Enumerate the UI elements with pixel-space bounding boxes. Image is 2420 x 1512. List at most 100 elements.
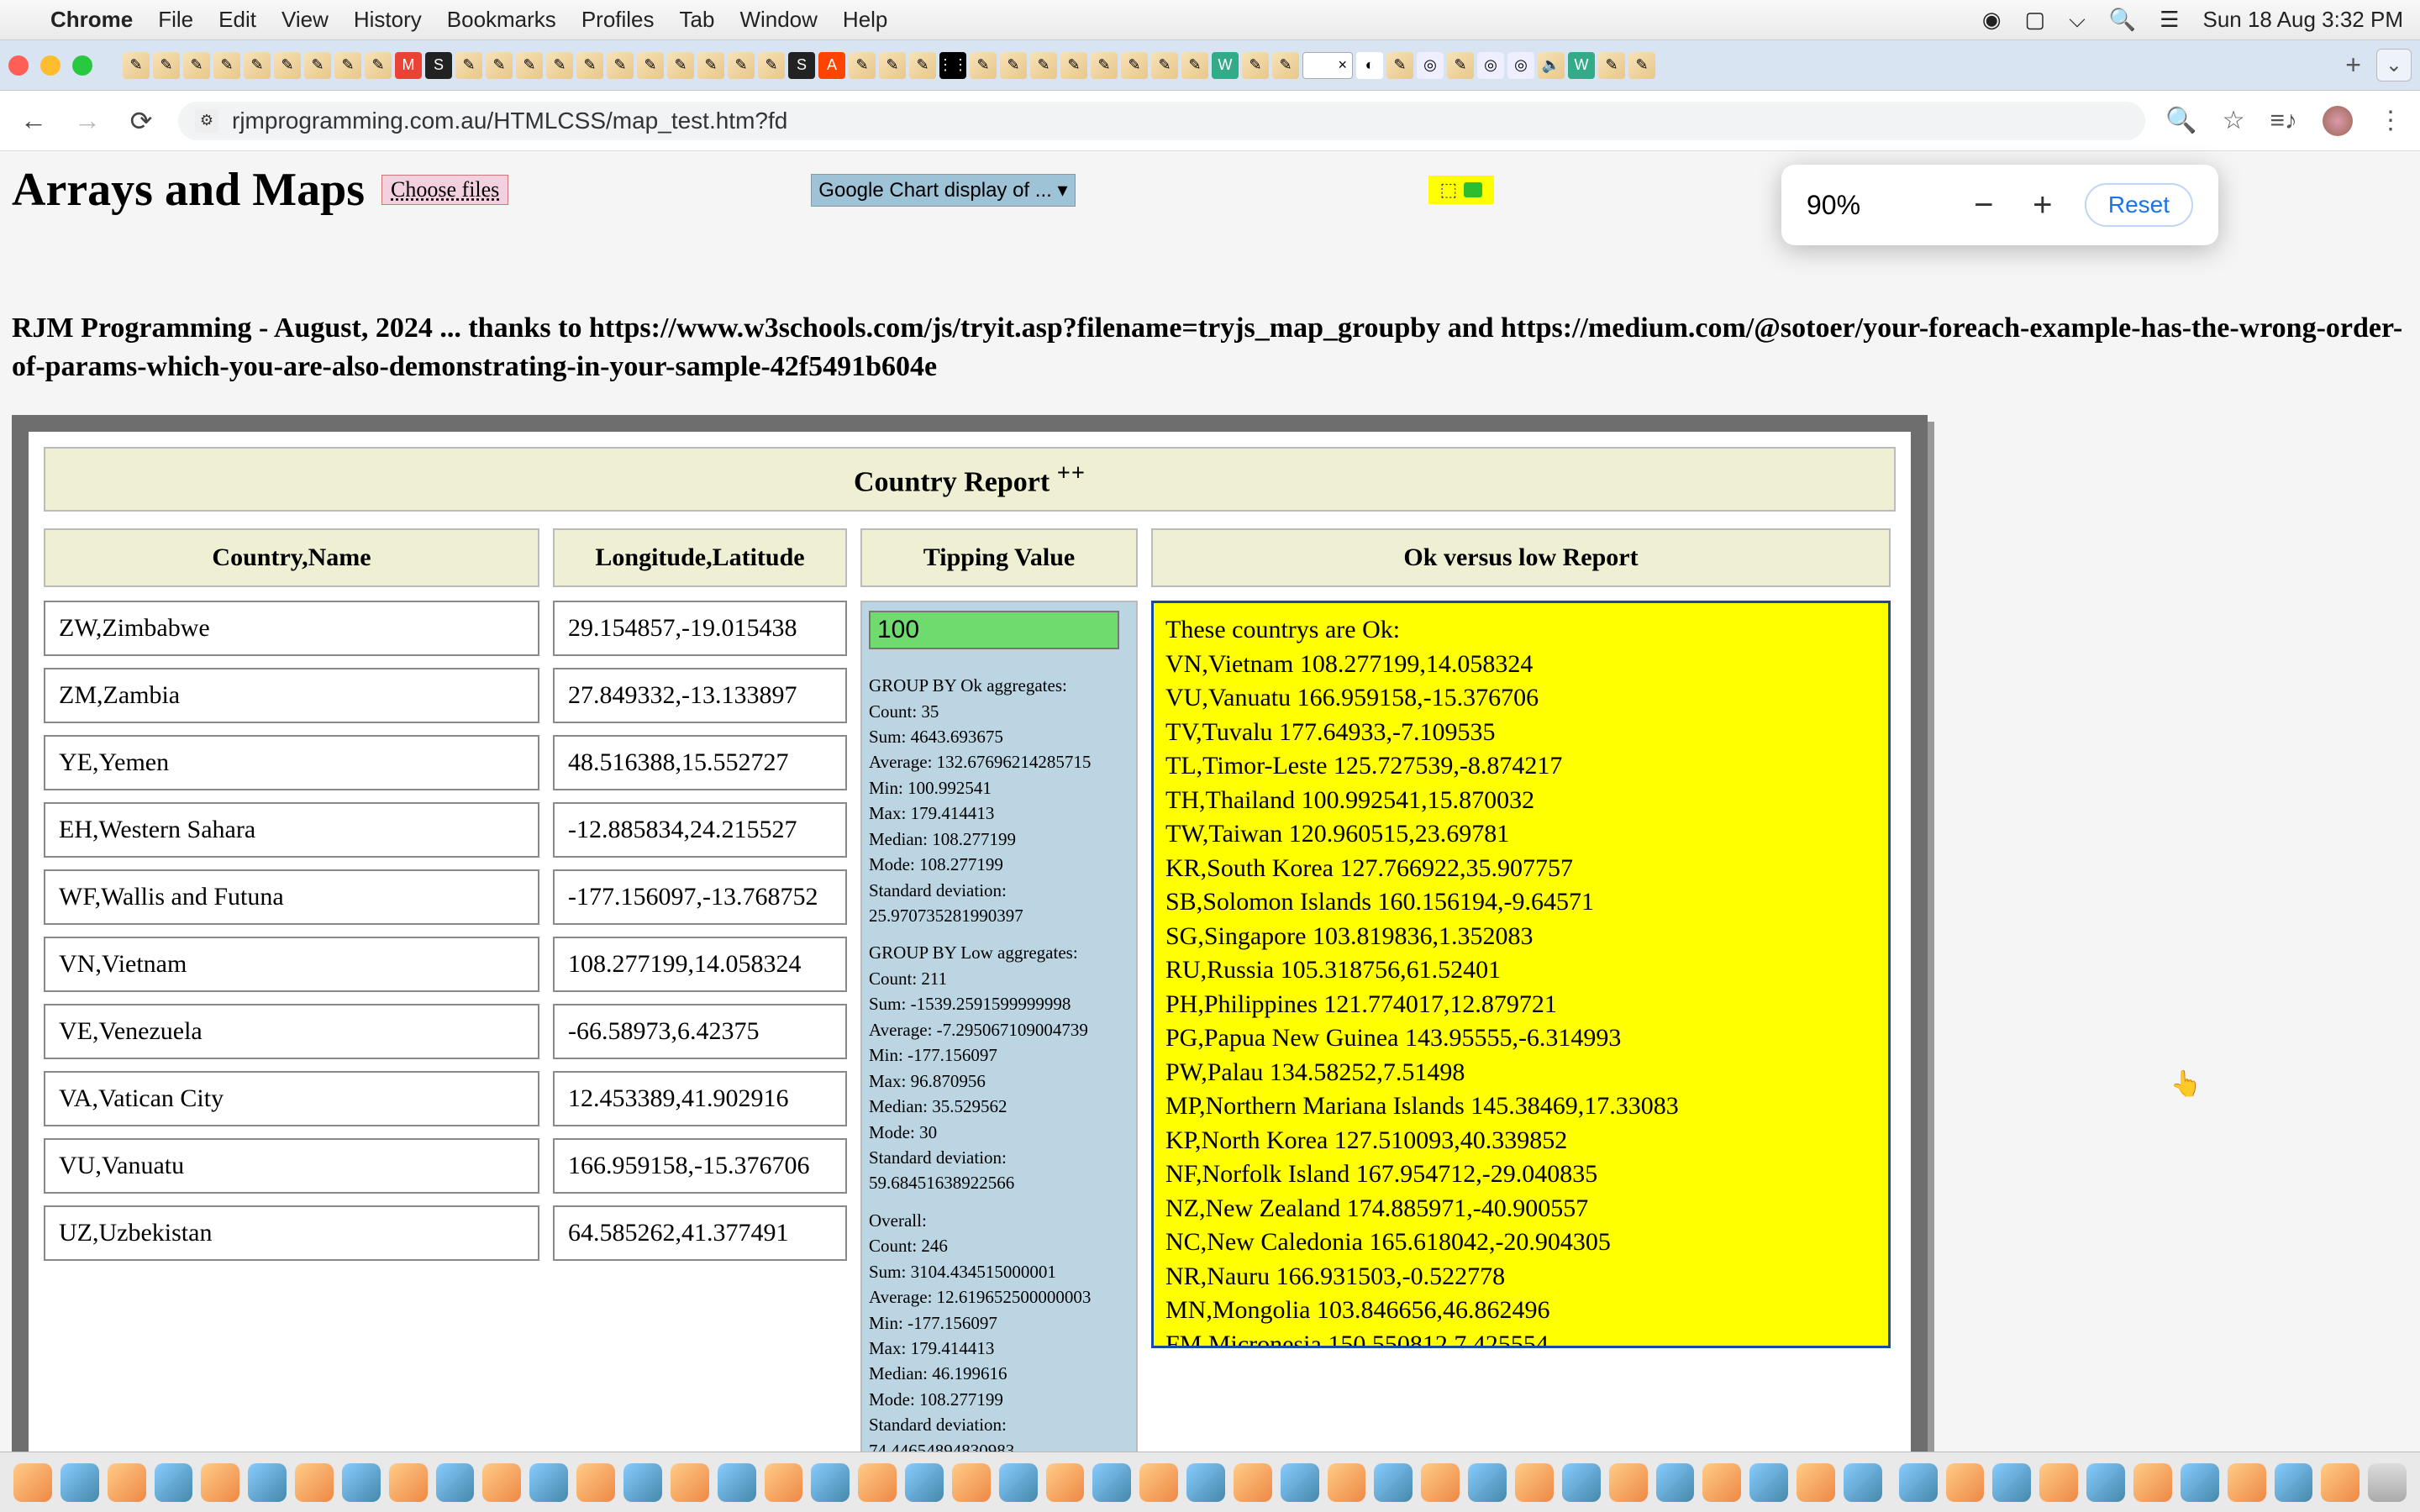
dock-app-icon[interactable] (1281, 1463, 1319, 1502)
tab-icon[interactable]: ✎ (1121, 52, 1148, 79)
dock-app-icon[interactable] (1562, 1463, 1601, 1502)
dock-app-icon[interactable] (1234, 1463, 1272, 1502)
dock-app-icon[interactable] (1328, 1463, 1366, 1502)
tab-icon[interactable]: ✎ (365, 52, 392, 79)
tab-icon[interactable]: ✎ (1598, 52, 1625, 79)
menu-profiles[interactable]: Profiles (581, 7, 655, 33)
profile-avatar[interactable] (2323, 106, 2353, 136)
tab-icon[interactable]: ✎ (758, 52, 785, 79)
tab-icon[interactable]: ✎ (697, 52, 724, 79)
dock-app-icon[interactable] (529, 1463, 568, 1502)
dock-app-icon[interactable] (389, 1463, 428, 1502)
tab-icon[interactable]: ✎ (123, 52, 150, 79)
tab-icon[interactable]: ◎ (1417, 52, 1444, 79)
tab-icon[interactable]: ✎ (1181, 52, 1208, 79)
dock-app-icon[interactable] (905, 1463, 944, 1502)
dock-app-icon[interactable] (108, 1463, 146, 1502)
dock-app-icon[interactable] (671, 1463, 709, 1502)
tab-icon[interactable]: ◎ (1507, 52, 1534, 79)
dock-app-icon[interactable] (482, 1463, 521, 1502)
tipping-value-input[interactable] (869, 611, 1119, 649)
dock-app-icon[interactable] (1656, 1463, 1695, 1502)
tab-icon[interactable]: W (1568, 52, 1595, 79)
dock-app-icon[interactable] (1844, 1463, 1882, 1502)
tab-icon[interactable]: ⋮⋮ (939, 52, 966, 79)
tab-icon[interactable]: ✎ (909, 52, 936, 79)
dock-app-icon[interactable] (1186, 1463, 1225, 1502)
dock-app-icon[interactable] (342, 1463, 381, 1502)
battery-icon[interactable]: ▢ (2025, 7, 2046, 33)
tab-icon[interactable]: ✎ (728, 52, 755, 79)
tab-icon[interactable]: ✎ (1151, 52, 1178, 79)
menubar-clock[interactable]: Sun 18 Aug 3:32 PM (2202, 7, 2403, 33)
tab-icon[interactable]: ◎ (1477, 52, 1504, 79)
menu-help[interactable]: Help (843, 7, 887, 33)
tab-icon[interactable]: ✎ (153, 52, 180, 79)
dock-app-icon[interactable] (952, 1463, 991, 1502)
tab-icon[interactable]: ✎ (1060, 52, 1087, 79)
search-icon[interactable]: 🔍 (2109, 7, 2136, 33)
menu-view[interactable]: View (281, 7, 329, 33)
dock-app-icon[interactable] (60, 1463, 99, 1502)
tab-overflow-button[interactable]: ⌄ (2376, 49, 2412, 81)
new-tab-button[interactable]: + (2335, 50, 2371, 81)
dock-app-icon[interactable] (999, 1463, 1038, 1502)
dock-folder-icon[interactable] (2039, 1463, 2078, 1502)
menu-window[interactable]: Window (739, 7, 817, 33)
zoom-indicator-icon[interactable]: 🔍 (2165, 106, 2196, 135)
tab-icon[interactable]: ✎ (183, 52, 210, 79)
zoom-reset-button[interactable]: Reset (2085, 183, 2193, 227)
control-center-icon[interactable]: ☰ (2160, 7, 2179, 33)
wifi-icon[interactable]: ⌵ (2069, 7, 2086, 34)
zoom-out-button[interactable]: − (1967, 186, 2001, 224)
bookmark-star-icon[interactable]: ☆ (2223, 106, 2245, 135)
dock-app-icon[interactable] (1515, 1463, 1554, 1502)
app-name[interactable]: Chrome (50, 7, 133, 33)
dock-app-icon[interactable] (1797, 1463, 1835, 1502)
dock-app-icon[interactable] (1421, 1463, 1460, 1502)
close-window-button[interactable] (8, 55, 29, 76)
dock-app-icon[interactable] (1749, 1463, 1788, 1502)
tab-icon[interactable]: ✎ (213, 52, 240, 79)
dock-app-icon[interactable] (248, 1463, 287, 1502)
tab-icon[interactable]: ✎ (576, 52, 603, 79)
tab-icon[interactable]: 🔈 (1538, 52, 1565, 79)
dock-folder-icon[interactable] (2086, 1463, 2125, 1502)
tab-icon[interactable]: ✎ (667, 52, 694, 79)
dock-app-icon[interactable] (1046, 1463, 1085, 1502)
dock-app-icon[interactable] (1468, 1463, 1507, 1502)
tab-icon[interactable]: ✎ (849, 52, 876, 79)
dock-folder-icon[interactable] (2133, 1463, 2172, 1502)
tab-icon[interactable]: ✎ (1000, 52, 1027, 79)
dock-app-icon[interactable] (576, 1463, 615, 1502)
dock-folder-icon[interactable] (2228, 1463, 2266, 1502)
dock-app-icon[interactable] (811, 1463, 850, 1502)
dock-app-icon[interactable] (1092, 1463, 1131, 1502)
dock-app-icon[interactable] (1374, 1463, 1413, 1502)
tab-icon[interactable]: ✎ (546, 52, 573, 79)
reload-button[interactable]: ⟳ (124, 105, 158, 137)
kebab-menu-icon[interactable]: ⋮ (2378, 106, 2403, 135)
fullscreen-window-button[interactable] (72, 55, 92, 76)
dock-folder-icon[interactable] (1946, 1463, 1985, 1502)
forward-button[interactable]: → (71, 105, 104, 136)
dock-folder-icon[interactable] (2181, 1463, 2219, 1502)
zoom-in-button[interactable]: + (2026, 186, 2060, 224)
tab-icon[interactable]: S (425, 52, 452, 79)
trash-icon[interactable] (2368, 1463, 2407, 1502)
tab-icon[interactable]: ✎ (274, 52, 301, 79)
reading-list-icon[interactable]: ≡♪ (2270, 107, 2297, 135)
tab-icon[interactable]: W (1212, 52, 1239, 79)
dock-app-icon[interactable] (765, 1463, 803, 1502)
site-settings-icon[interactable]: ⚙ (195, 109, 218, 133)
tab-icon[interactable]: ✎ (1386, 52, 1413, 79)
tab-icon[interactable]: ✎ (1030, 52, 1057, 79)
record-icon[interactable]: ◉ (1982, 7, 2002, 33)
tab-icon[interactable]: ✎ (1272, 52, 1299, 79)
tab-icon[interactable]: A (818, 52, 845, 79)
dock-folder-icon[interactable] (2275, 1463, 2313, 1502)
dock-app-icon[interactable] (1702, 1463, 1741, 1502)
tab-icon[interactable]: ✎ (455, 52, 482, 79)
menu-history[interactable]: History (354, 7, 422, 33)
tab-icon[interactable]: ✎ (486, 52, 513, 79)
